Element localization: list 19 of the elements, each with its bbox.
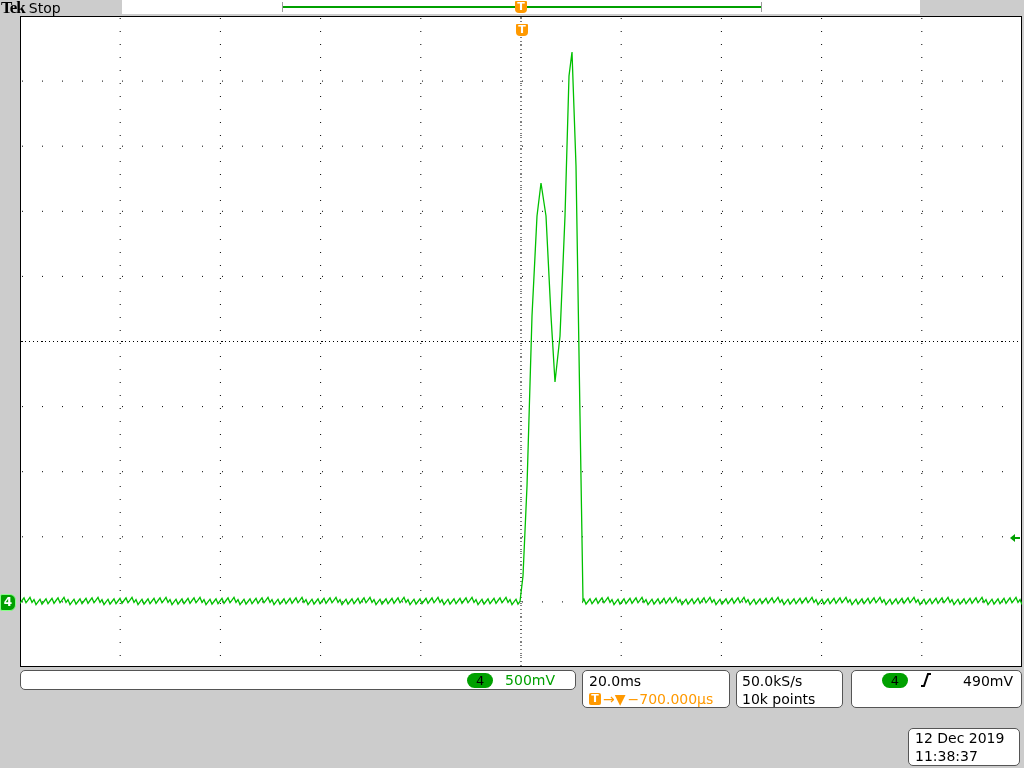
trigger-level: 490mV [963, 673, 1013, 689]
time-label: 11:38:37 [915, 747, 979, 765]
trigger-point-marker: T [516, 24, 528, 36]
sample-rate: 50.0kS/s [742, 672, 804, 690]
delay-arrows: →▼ [603, 690, 626, 708]
trigger-level-arrow-icon [1010, 533, 1020, 543]
volts-per-div: 500mV [505, 672, 555, 688]
channel-ground-marker: 4 [0, 594, 16, 611]
trigger-position-marker: T [515, 1, 527, 13]
rising-edge-icon [920, 673, 932, 687]
channel-badge: 4 [467, 672, 494, 688]
run-status: Stop [28, 0, 61, 16]
brand-label: Tek [1, 0, 25, 16]
record-length: 10k points [742, 690, 817, 708]
time-per-div: 20.0ms [589, 672, 643, 690]
trigger-badge: T [589, 693, 601, 705]
trigger-delay: −700.000µs [627, 690, 714, 708]
channel-badge: 4 [882, 673, 908, 688]
date-label: 12 Dec 2019 [915, 729, 1006, 747]
